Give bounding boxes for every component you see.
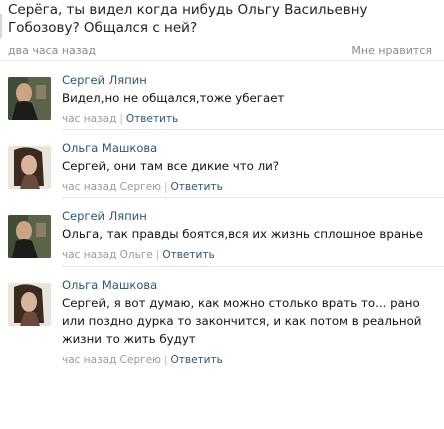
like-button[interactable]: Мне нравится [351,44,432,57]
comment-author[interactable]: Сергей Ляпин [62,73,147,87]
avatar[interactable] [8,215,51,258]
avatar-photo-icon [8,77,51,120]
avatar[interactable] [8,283,51,326]
divider [62,197,444,198]
separator: | [163,181,168,193]
separator: | [155,249,160,261]
divider [62,129,444,130]
post-timestamp[interactable]: два часа назад [8,44,96,57]
avatar[interactable] [8,77,51,120]
avatar-photo-icon [8,283,51,326]
reply-button[interactable]: Ответить [171,181,223,193]
comment-author[interactable]: Сергей Ляпин [62,209,147,223]
comment-text: Сергей, они там все дикие что ли? [62,159,280,173]
separator: | [119,113,123,125]
comment-author[interactable]: Ольга Машкова [62,278,157,292]
comment-timestamp[interactable]: час назад [62,113,116,125]
comment-text: Сергей, я вот думаю, как можно столько в… [62,296,422,346]
reply-button[interactable]: Ответить [126,113,178,125]
comment-text: Ольга, так правды боятся,вся их жизнь сп… [62,227,424,241]
avatar-photo-icon [8,146,51,189]
post-quote-bar [0,14,2,38]
comment-timestamp[interactable]: час назад [62,249,116,261]
comment-meta: час назад Ольге | Ответить [62,249,215,261]
comment-meta: час назад | Ответить [62,113,178,125]
reply-to-link[interactable]: Сергею [120,354,161,366]
comment-meta: час назад Сергею | Ответить [62,181,223,193]
comments-list: Сергей Ляпин Видел,но не общался,тоже уб… [0,60,444,366]
post-text: Серёга, ты видел когда нибудь Ольгу Васи… [8,2,368,36]
reply-to-link[interactable]: Сергею [120,181,161,193]
comment-timestamp[interactable]: час назад [62,181,116,193]
comment-text: Видел,но не общался,тоже убегает [62,91,285,105]
avatar[interactable] [8,146,51,189]
avatar-photo-icon [8,215,51,258]
divider [62,266,444,267]
separator: | [163,354,168,366]
comment-timestamp[interactable]: час назад [62,354,116,366]
comment-meta: час назад Сергею | Ответить [62,354,223,366]
reply-to-link[interactable]: Ольге [120,249,153,261]
reply-button[interactable]: Ответить [171,354,223,366]
comment-author[interactable]: Ольга Машкова [62,141,157,155]
reply-button[interactable]: Ответить [162,249,214,261]
